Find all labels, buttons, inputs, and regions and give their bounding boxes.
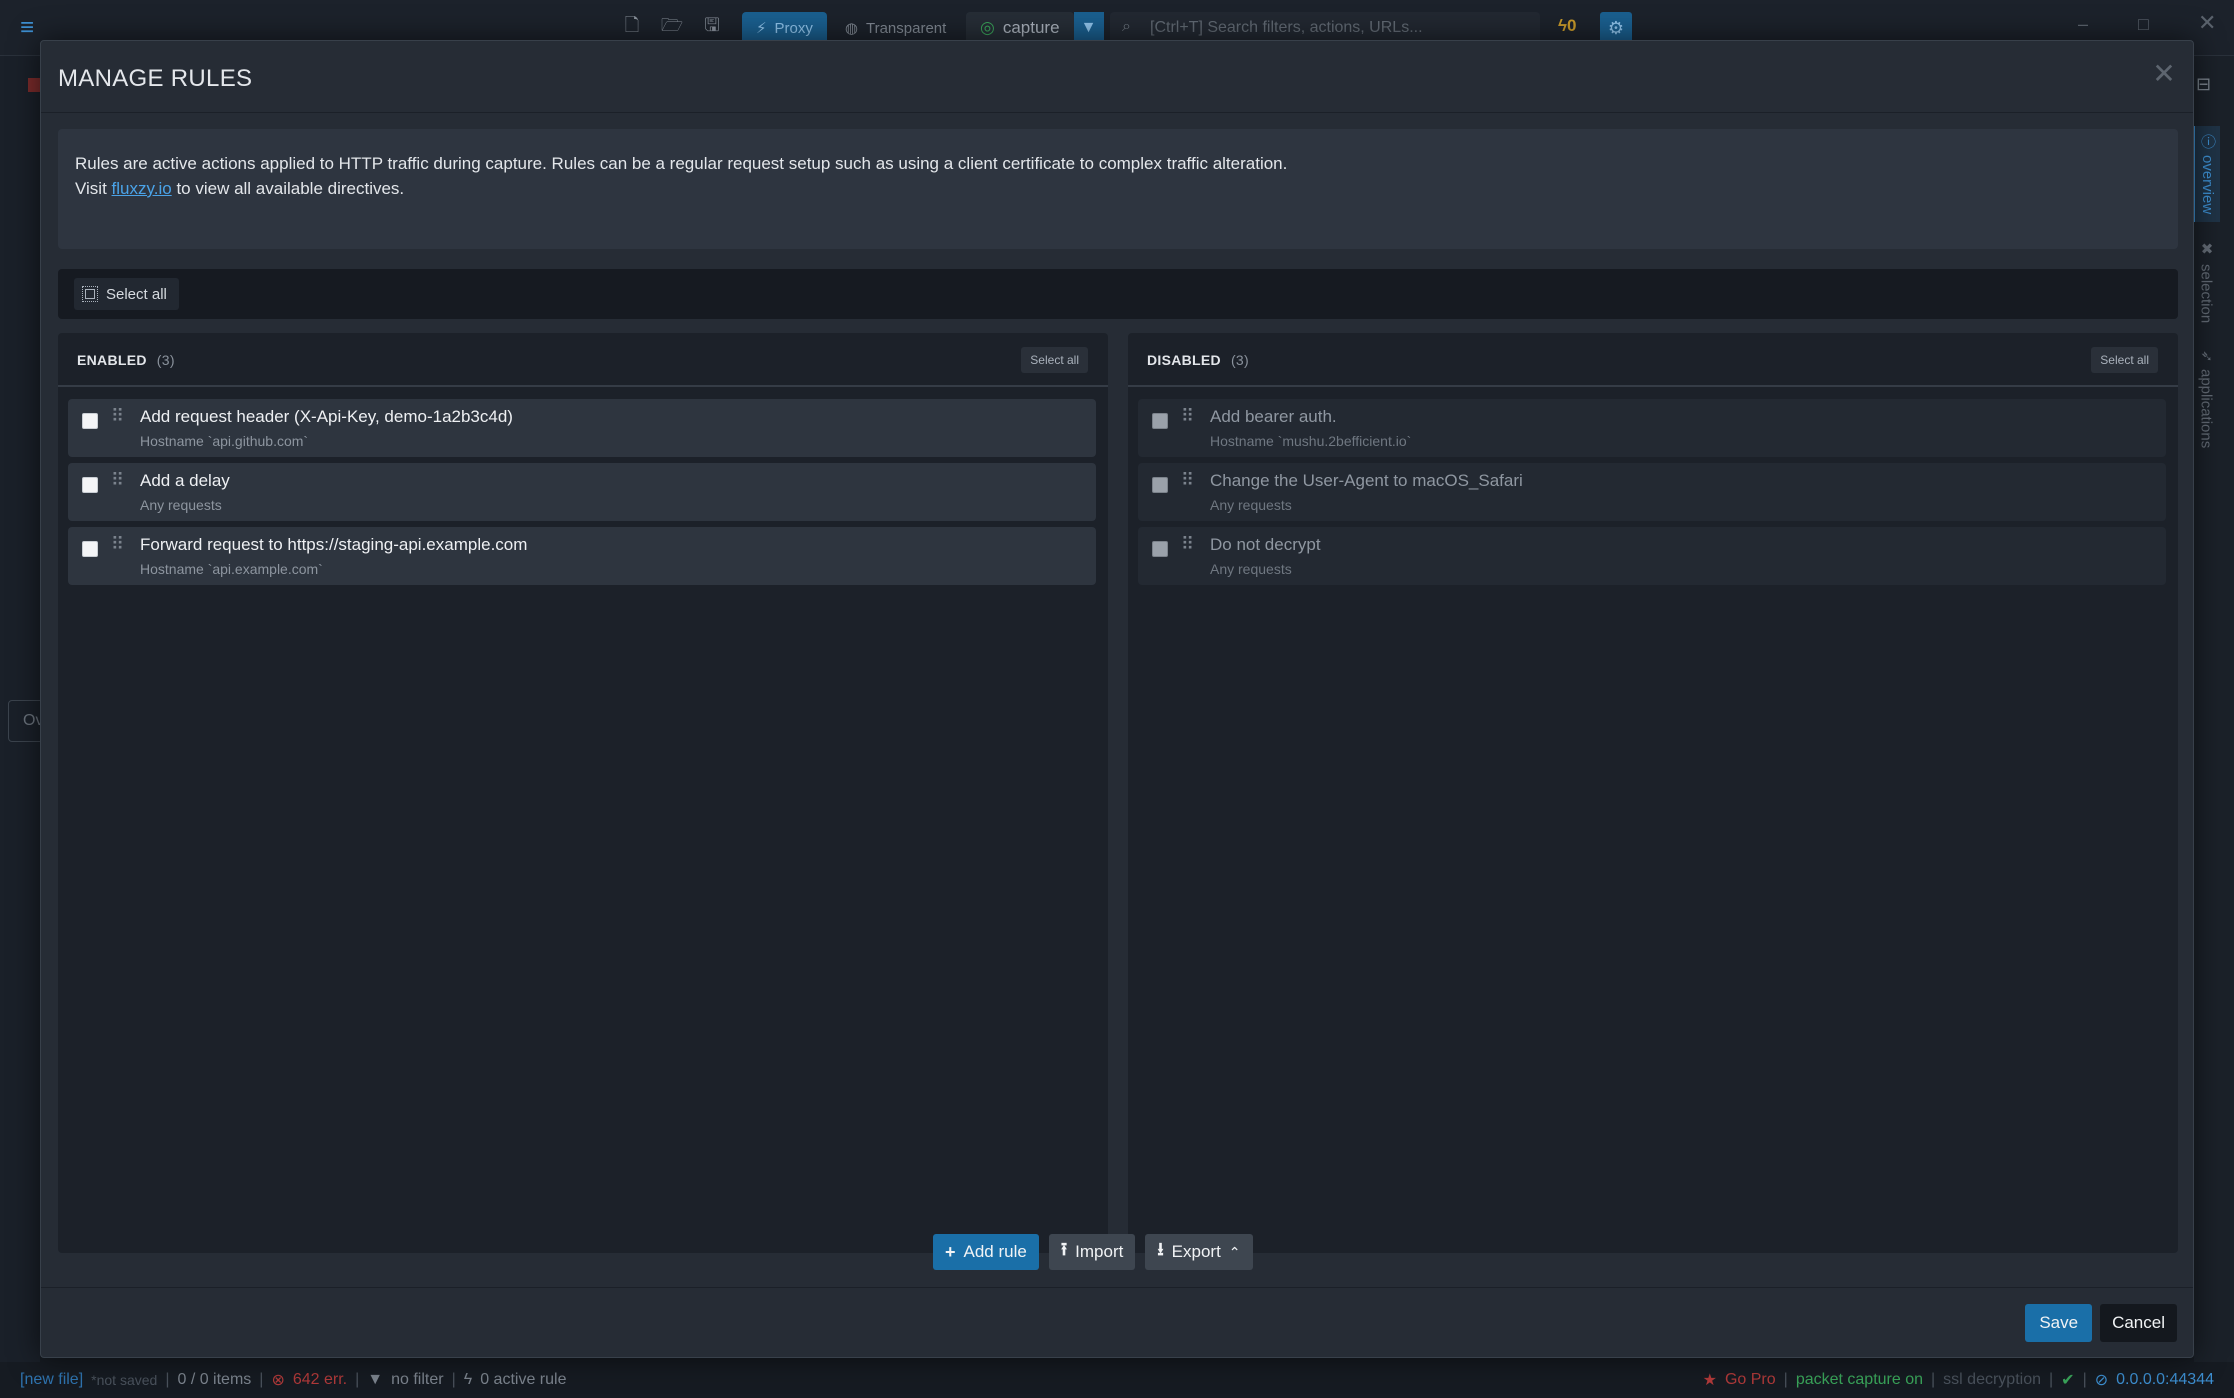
disabled-panel-header: DISABLED (3) Select all xyxy=(1128,333,2178,387)
enabled-title: ENABLED xyxy=(77,352,147,368)
dialog-header: MANAGE RULES ✕ xyxy=(41,41,2193,113)
ssl-decryption-status[interactable]: ssl decryption xyxy=(1943,1371,2041,1389)
disabled-title: DISABLED xyxy=(1147,352,1221,368)
rule-filter: Any requests xyxy=(1210,497,1292,513)
rule-name: Add request header (X-Api-Key, demo-1a2b… xyxy=(140,407,513,426)
rule-item[interactable]: ⠿ Add a delay Any requests xyxy=(68,463,1096,521)
dialog-footer-divider xyxy=(41,1287,2193,1288)
rule-checkbox[interactable] xyxy=(1152,413,1168,429)
active-rules-counter[interactable]: ϟ0 xyxy=(1558,16,1576,36)
go-pro-link[interactable]: Go Pro xyxy=(1725,1371,1776,1389)
disabled-rules-panel: DISABLED (3) Select all ⠿ Add bearer auth… xyxy=(1128,333,2178,1253)
rule-filter: Hostname `mushu.2befficient.io` xyxy=(1210,433,1412,449)
rule-actions: + Add rule ⭱ Import ⭳ Export ⌃ xyxy=(933,1234,1253,1270)
bolt-icon: ϟ xyxy=(1558,16,1567,35)
disabled-select-all-button[interactable]: Select all xyxy=(2091,347,2158,373)
plug-icon: ⚡ xyxy=(756,20,767,37)
select-all-icon xyxy=(82,286,98,302)
items-count: 0 / 0 items xyxy=(177,1371,252,1388)
rule-name: Add bearer auth. xyxy=(1210,407,1337,426)
save-button[interactable]: Save xyxy=(2025,1304,2093,1342)
rules-description: Rules are active actions applied to HTTP… xyxy=(58,129,2178,249)
rule-item[interactable]: ⠿ Add request header (X-Api-Key, demo-1a… xyxy=(68,399,1096,457)
download-icon: ⭳ xyxy=(1157,1239,1164,1259)
dialog-title: MANAGE RULES xyxy=(58,65,253,92)
rule-filter: Any requests xyxy=(1210,561,1292,577)
side-tab-applications[interactable]: ➶ applications xyxy=(2192,342,2220,462)
rule-name: Add a delay xyxy=(140,471,230,490)
rule-item[interactable]: ⠿ Forward request to https://staging-api… xyxy=(68,527,1096,585)
hamburger-menu-icon[interactable]: ≡ xyxy=(20,16,46,40)
star-icon: ★ xyxy=(1702,1372,1717,1389)
error-count[interactable]: 642 err. xyxy=(293,1371,347,1389)
active-rule-status[interactable]: 0 active rule xyxy=(480,1371,566,1389)
manage-rules-dialog: MANAGE RULES ✕ Rules are active actions … xyxy=(40,40,2194,1358)
drag-handle-icon[interactable]: ⠿ xyxy=(1181,535,1194,553)
bolt-small-icon: ϟ xyxy=(463,1371,473,1388)
rule-item[interactable]: ⠿ Change the User-Agent to macOS_Safari … xyxy=(1138,463,2166,521)
side-tab-overview[interactable]: ⓘ overview xyxy=(2192,126,2220,222)
intro-line-2: Visit fluxzy.io to view all available di… xyxy=(75,179,405,198)
drag-handle-icon[interactable]: ⠿ xyxy=(111,535,124,553)
fluxzy-link[interactable]: fluxzy.io xyxy=(112,179,172,198)
enabled-rules-panel: ENABLED (3) Select all ⠿ Add request head… xyxy=(58,333,1108,1253)
save-state: *not saved xyxy=(91,1372,158,1388)
packet-capture-status[interactable]: packet capture on xyxy=(1796,1371,1923,1389)
side-tab-selection[interactable]: ✖ selection xyxy=(2192,232,2220,332)
filter-status[interactable]: no filter xyxy=(391,1371,443,1389)
add-rule-button[interactable]: + Add rule xyxy=(933,1234,1039,1270)
layout-toggle-icon[interactable]: ⊟ xyxy=(2196,74,2211,95)
rule-name: Do not decrypt xyxy=(1210,535,1321,554)
file-name[interactable]: [new file] xyxy=(20,1371,83,1389)
rule-checkbox[interactable] xyxy=(82,477,98,493)
bulk-selection-bar: Select all xyxy=(58,269,2178,319)
info-icon: ⓘ xyxy=(2199,134,2216,149)
listen-address-icon: ⊘ xyxy=(2094,1372,2109,1389)
filter-small-icon: ▼ xyxy=(367,1371,384,1388)
cross-icon: ✖ xyxy=(2198,240,2215,258)
rule-checkbox[interactable] xyxy=(82,541,98,557)
left-overview-tab[interactable]: Ov xyxy=(8,700,44,742)
rule-filter: Hostname `api.example.com` xyxy=(140,561,323,577)
window-close-icon[interactable]: ✕ xyxy=(2198,10,2216,36)
rule-name: Change the User-Agent to macOS_Safari xyxy=(1210,471,1523,490)
disabled-count: (3) xyxy=(1230,352,1249,368)
dialog-close-icon[interactable]: ✕ xyxy=(2149,59,2179,89)
import-button[interactable]: ⭱ Import xyxy=(1048,1234,1136,1270)
rule-item[interactable]: ⠿ Add bearer auth. Hostname `mushu.2beff… xyxy=(1138,399,2166,457)
plus-icon: + xyxy=(945,1241,956,1262)
minimize-icon[interactable]: – xyxy=(2078,14,2088,35)
globe-icon: ◍ xyxy=(844,20,858,37)
enabled-count: (3) xyxy=(156,352,175,368)
export-button[interactable]: ⭳ Export ⌃ xyxy=(1145,1234,1253,1270)
cancel-button[interactable]: Cancel xyxy=(2100,1304,2177,1342)
intro-line-1: Rules are active actions applied to HTTP… xyxy=(75,154,1288,173)
select-all-button[interactable]: Select all xyxy=(74,278,179,310)
upload-icon: ⭱ xyxy=(1060,1239,1068,1259)
listen-address[interactable]: 0.0.0.0:44344 xyxy=(2116,1371,2214,1389)
check-icon: ✔ xyxy=(2061,1372,2075,1389)
error-icon: ⊗ xyxy=(271,1372,285,1389)
status-bar: [new file] *not saved | 0 / 0 items | ⊗ … xyxy=(0,1362,2234,1398)
drag-handle-icon[interactable]: ⠿ xyxy=(111,407,124,425)
rule-name: Forward request to https://staging-api.e… xyxy=(140,535,528,554)
record-indicator-icon xyxy=(28,78,40,92)
maximize-icon[interactable]: □ xyxy=(2138,14,2149,35)
dialog-footer: Save Cancel xyxy=(2025,1304,2177,1342)
rule-checkbox[interactable] xyxy=(82,413,98,429)
drag-handle-icon[interactable]: ⠿ xyxy=(1181,471,1194,489)
drag-handle-icon[interactable]: ⠿ xyxy=(1181,407,1194,425)
enabled-select-all-button[interactable]: Select all xyxy=(1021,347,1088,373)
rule-filter: Any requests xyxy=(140,497,222,513)
record-icon: ◎ xyxy=(980,18,995,37)
rocket-icon: ➶ xyxy=(2198,350,2215,363)
rule-checkbox[interactable] xyxy=(1152,541,1168,557)
rule-checkbox[interactable] xyxy=(1152,477,1168,493)
enabled-panel-header: ENABLED (3) Select all xyxy=(58,333,1108,387)
rule-item[interactable]: ⠿ Do not decrypt Any requests xyxy=(1138,527,2166,585)
rule-filter: Hostname `api.github.com` xyxy=(140,433,309,449)
drag-handle-icon[interactable]: ⠿ xyxy=(111,471,124,489)
search-icon: ⌕ xyxy=(1122,18,1131,35)
chevron-up-icon: ⌃ xyxy=(1228,1243,1241,1260)
